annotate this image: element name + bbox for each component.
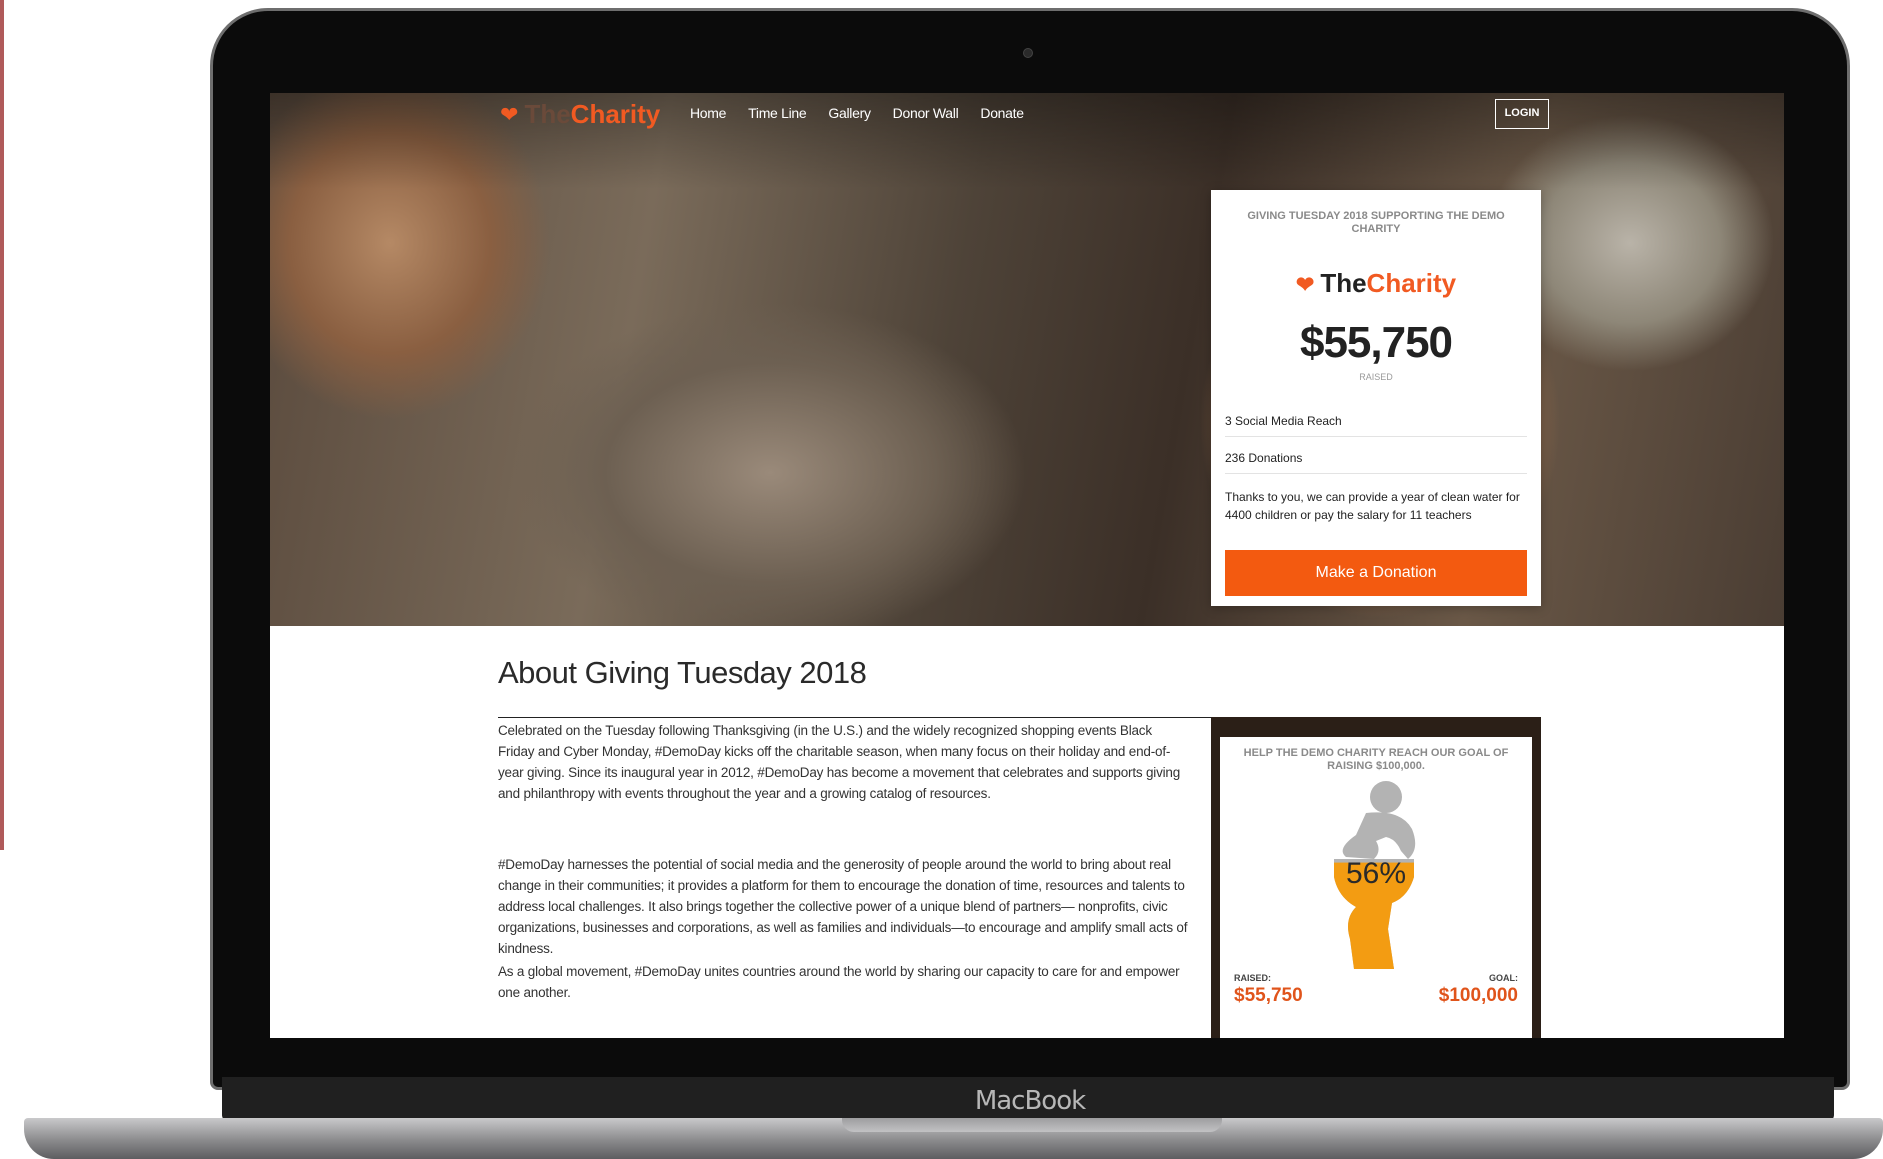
goal-raised-label: RAISED:	[1234, 973, 1272, 983]
about-paragraph-3: As a global movement, #DemoDay unites co…	[498, 964, 1180, 1000]
logo-text-the: The	[524, 99, 571, 129]
charity-heart-icon: ❤	[1295, 272, 1315, 297]
screen: ❤ The Charity Home Time Line Gallery Don…	[270, 93, 1784, 1038]
card-logo-the: The	[1320, 268, 1367, 298]
nav-link-donor-wall[interactable]: Donor Wall	[893, 105, 959, 121]
goal-progress-figure: 56%	[1334, 781, 1416, 969]
laptop-notch	[842, 1118, 1222, 1132]
stat-social-reach: 3 Social Media Reach	[1225, 414, 1527, 437]
make-donation-button[interactable]: Make a Donation	[1225, 550, 1527, 596]
logo-text-charity: Charity	[570, 99, 661, 129]
goal-target-label: GOAL:	[1489, 973, 1518, 983]
goal-percent-label: 56%	[1346, 857, 1406, 890]
goal-title: HELP THE DEMO CHARITY REACH OUR GOAL OF …	[1243, 747, 1509, 772]
login-button[interactable]: LOGIN	[1495, 99, 1549, 129]
goal-target-value: $100,000	[1438, 985, 1518, 1006]
raised-amount: $55,750	[1299, 318, 1453, 367]
about-paragraph-1: Celebrated on the Tuesday following Than…	[498, 723, 1181, 801]
nav-link-home[interactable]: Home	[690, 105, 726, 121]
card-logo-charity: Charity	[1366, 268, 1457, 298]
about-divider	[498, 717, 1218, 718]
nav-link-gallery[interactable]: Gallery	[828, 105, 871, 121]
hero-shade	[270, 93, 1784, 626]
hero-image	[270, 93, 1784, 626]
about-paragraph-2: #DemoDay harnesses the potential of soci…	[498, 857, 1188, 956]
camera-icon	[1023, 48, 1033, 58]
site-logo[interactable]: ❤ The Charity	[500, 99, 660, 130]
nav-links: Home Time Line Gallery Donor Wall Donate	[690, 105, 1046, 121]
charity-heart-icon: ❤	[500, 101, 519, 127]
top-navigation: ❤ The Charity Home Time Line Gallery Don…	[270, 93, 1784, 143]
raised-amount-label: RAISED	[1359, 372, 1393, 382]
goal-widget: HELP THE DEMO CHARITY REACH OUR GOAL OF …	[1220, 737, 1532, 1038]
card-logo: ❤ TheCharity	[1211, 268, 1541, 299]
goal-raised-value: $55,750	[1234, 985, 1303, 1006]
about-title: About Giving Tuesday 2018	[498, 655, 867, 690]
nav-link-donate[interactable]: Donate	[980, 105, 1024, 121]
donation-card: GIVING TUESDAY 2018 SUPPORTING THE DEMO …	[1211, 190, 1541, 606]
stat-donations: 236 Donations	[1225, 451, 1527, 474]
stat-impact: Thanks to you, we can provide a year of …	[1225, 490, 1520, 522]
nav-link-timeline[interactable]: Time Line	[748, 105, 807, 121]
page-left-accent	[0, 0, 4, 850]
card-title: GIVING TUESDAY 2018 SUPPORTING THE DEMO …	[1247, 210, 1505, 235]
laptop-brand-label: MacBook	[974, 1086, 1086, 1116]
